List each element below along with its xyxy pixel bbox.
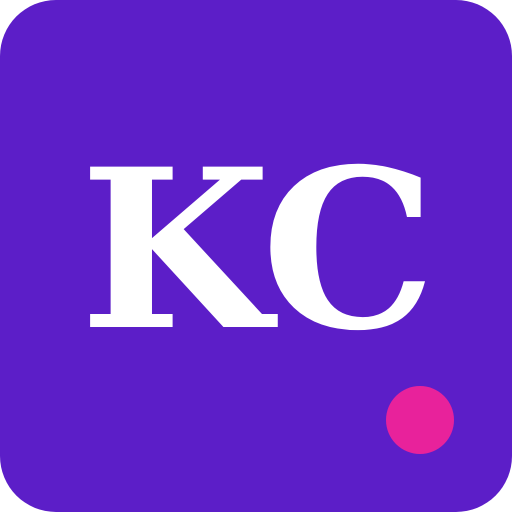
notification-dot-icon <box>386 386 454 454</box>
monogram-text: KC <box>79 120 436 379</box>
app-icon: KC <box>0 0 512 512</box>
